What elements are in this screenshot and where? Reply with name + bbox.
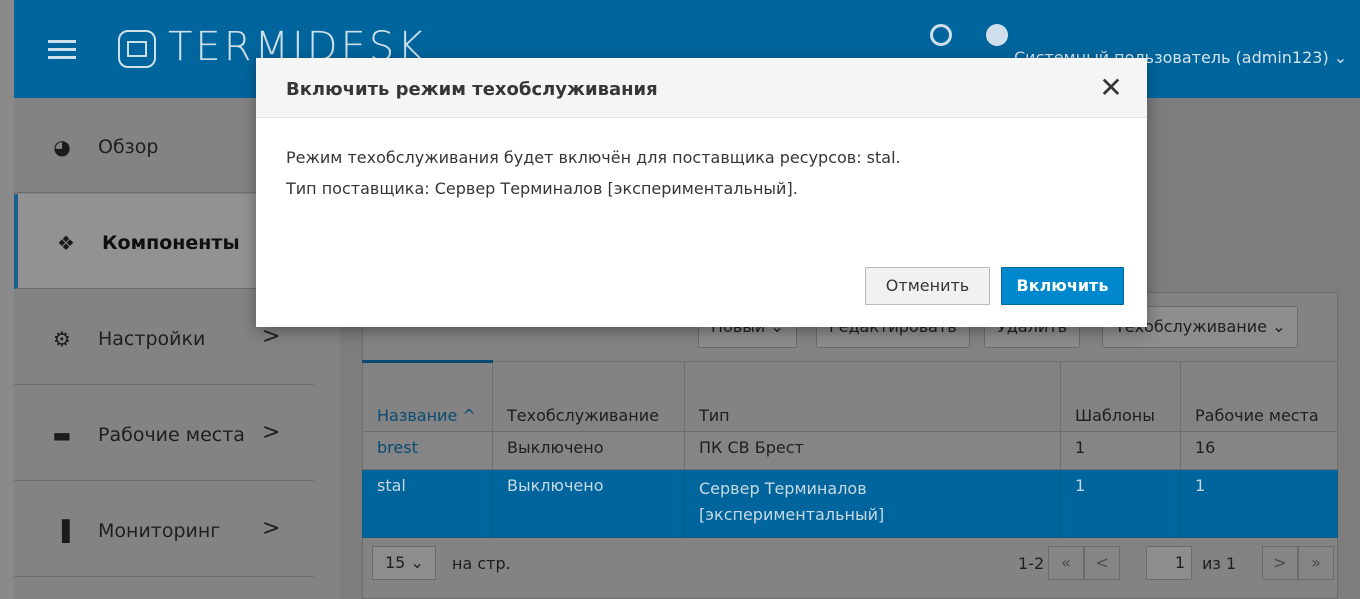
enable-button[interactable]: Включить (1001, 267, 1124, 305)
templates-cell: 1 (1060, 431, 1181, 470)
workplaces-cell: 1 (1180, 469, 1338, 538)
providers-table: Название ^ Техобслуживание Тип Шаблоны Р… (362, 360, 1338, 538)
current-page-input[interactable]: 1 (1146, 546, 1192, 580)
user-icon[interactable] (986, 24, 1008, 46)
chevron-right-icon: > (262, 324, 281, 349)
column-templates-header[interactable]: Шаблоны (1060, 361, 1181, 432)
sidebar-item-workplaces[interactable]: ▬ Рабочие места > (14, 386, 314, 481)
first-page-icon[interactable]: « (1048, 546, 1084, 580)
column-type-header[interactable]: Тип (684, 361, 1061, 432)
sidebar-item-label: Настройки (98, 328, 206, 350)
sidebar-item-label: Мониторинг (98, 520, 221, 542)
chevron-right-icon: > (262, 420, 281, 445)
maintenance-cell: Выключено (492, 431, 685, 470)
templates-cell: 1 (1060, 469, 1181, 538)
gears-icon: ⚙ (53, 327, 71, 351)
column-workplaces-header[interactable]: Рабочие места (1180, 361, 1338, 432)
sidebar-item-label: Обзор (98, 136, 159, 158)
table-row[interactable]: brest Выключено ПК СВ Брест 1 16 (362, 431, 1338, 470)
maintenance-dialog: Включить режим техобслуживания ✕ Режим т… (256, 58, 1147, 327)
sidebar-item-monitoring[interactable]: ▐ Мониторинг > (14, 482, 314, 577)
column-name-header[interactable]: Название ^ (362, 360, 493, 432)
next-page-icon[interactable]: > (1262, 546, 1298, 580)
provider-name-link[interactable]: stal (362, 469, 493, 538)
maintenance-cell: Выключено (492, 469, 685, 538)
signal-bars-icon: ▐ (54, 519, 70, 543)
logo-icon (118, 30, 156, 68)
dialog-title: Включить режим техобслуживания (286, 79, 658, 100)
dashboard-icon: ◕ (53, 135, 71, 159)
cancel-button[interactable]: Отменить (865, 267, 990, 305)
last-page-icon[interactable]: » (1298, 546, 1334, 580)
per-page-label: на стр. (452, 554, 511, 573)
previous-page-icon[interactable]: < (1084, 546, 1120, 580)
menu-toggle-icon[interactable] (48, 40, 76, 60)
desktop-icon: ▬ (52, 423, 72, 447)
type-cell: ПК СВ Брест (684, 431, 1061, 470)
dialog-message-line-2: Тип поставщика: Сервер Терминалов [экспе… (286, 179, 798, 198)
help-icon[interactable] (930, 24, 952, 46)
chevron-right-icon: > (262, 516, 281, 541)
column-maintenance-header[interactable]: Техобслуживание (492, 361, 685, 432)
table-header-row: Название ^ Техобслуживание Тип Шаблоны Р… (362, 360, 1338, 432)
dialog-message-line-1: Режим техобслуживания будет включён для … (286, 148, 901, 167)
cubes-icon: ❖ (57, 231, 75, 255)
total-pages-label: из 1 (1202, 554, 1237, 573)
workplaces-cell: 16 (1180, 431, 1338, 470)
type-cell: Сервер Терминалов [экспериментальный] (684, 469, 1061, 538)
sidebar-item-label: Компоненты (102, 232, 240, 254)
pagination-bar: 15 ⌄ на стр. 1-2 из 2 « < 1 из 1 > » (362, 538, 1338, 590)
close-icon[interactable]: ✕ (1096, 72, 1126, 104)
dialog-header: Включить режим техобслуживания ✕ (256, 58, 1147, 118)
table-row-selected[interactable]: stal Выключено Сервер Терминалов [экспер… (362, 469, 1338, 538)
provider-name-link[interactable]: brest (362, 431, 493, 470)
sidebar-item-label: Рабочие места (98, 424, 245, 446)
left-edge-strip (0, 0, 14, 98)
per-page-select[interactable]: 15 ⌄ (372, 546, 436, 580)
